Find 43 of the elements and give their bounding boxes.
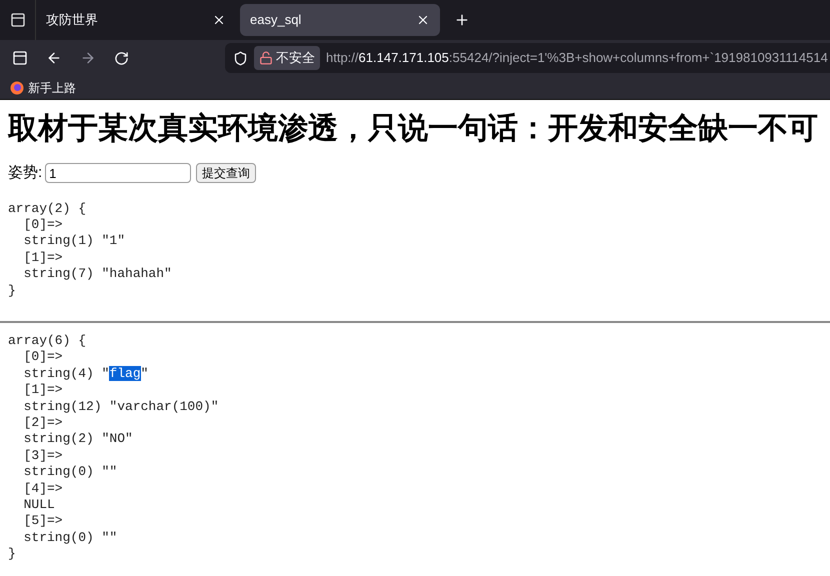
code-line: [1]=>	[22, 382, 63, 399]
tab-list-icon[interactable]	[10, 12, 26, 28]
code-line: string(0) ""	[22, 464, 118, 481]
code-line: array(6) {	[8, 332, 86, 350]
code-line: string(4) "flag"	[22, 366, 148, 382]
code-line: string(0) ""	[22, 530, 118, 546]
tab-title: 攻防世界	[46, 11, 98, 30]
shield-icon[interactable]	[233, 50, 248, 66]
tab-title: easy_sql	[250, 11, 302, 30]
code-line: [0]=>	[22, 349, 63, 366]
field-label: 姿势:	[8, 163, 42, 183]
bookmark-item[interactable]: 新手上路	[10, 78, 76, 96]
code-line: string(1) "1"	[22, 233, 126, 250]
security-badge[interactable]: 不安全	[254, 46, 320, 70]
code-line: [5]=>	[22, 513, 63, 530]
unlocked-icon	[259, 51, 273, 65]
code-line: string(12) "varchar(100)"	[22, 398, 219, 415]
code-line: }	[8, 282, 16, 299]
url-text: http://61.147.171.105:55424/?inject=1'%3B+show+columns+from+`1919810931114514	[326, 49, 828, 68]
code-line: [4]=>	[22, 480, 63, 497]
code-line: NULL	[22, 497, 55, 514]
new-tab-icon[interactable]	[454, 12, 470, 28]
code-line: [1]=>	[22, 250, 63, 266]
code-line: array(2) {	[8, 200, 86, 217]
browser-tab[interactable]: 攻防世界	[36, 4, 236, 36]
sidebar-icon[interactable]	[12, 50, 28, 66]
code-line: string(7) "hahahah"	[22, 266, 172, 283]
security-label: 不安全	[276, 49, 315, 68]
back-icon[interactable]	[46, 50, 62, 66]
submit-button[interactable]: 提交查询	[196, 163, 256, 184]
address-bar[interactable]: 不安全 http://61.147.171.105:55424/?inject=1'%3B+show+columns+from+`1919810931114514	[225, 43, 830, 73]
code-line: [2]=>	[22, 414, 63, 432]
code-line: [3]=>	[22, 448, 63, 464]
close-icon[interactable]	[212, 13, 226, 27]
page-heading: 取材于某次真实环境渗透，只说一句话：开发和安全缺一不可	[8, 111, 819, 147]
input-field[interactable]: 1	[45, 163, 192, 184]
reload-icon[interactable]	[114, 50, 129, 66]
browser-tab[interactable]: easy_sql	[240, 4, 440, 36]
code-line: string(2) "NO"	[22, 431, 133, 448]
code-line: }	[8, 546, 16, 563]
code-line: [0]=>	[22, 216, 63, 234]
close-icon[interactable]	[416, 13, 430, 27]
forward-icon[interactable]	[80, 50, 96, 66]
